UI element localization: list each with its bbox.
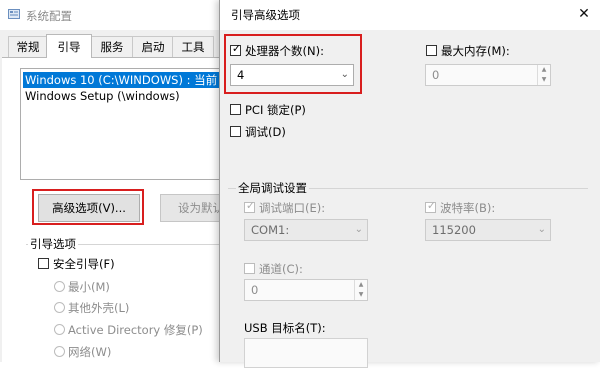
safe-boot-label: 安全引导(F) xyxy=(53,257,115,271)
max-memory-label: 最大内存(M): xyxy=(441,44,510,58)
os-list-item[interactable]: Windows 10 (C:\WINDOWS) : 当前 OS; xyxy=(23,72,241,88)
baud-rate-checkbox[interactable]: ✓ xyxy=(425,199,437,213)
highlight-box xyxy=(224,34,362,94)
checkmark-icon: ✓ xyxy=(426,199,437,212)
tab-general[interactable]: 常规 xyxy=(8,36,48,58)
msconfig-titlebar: 系统配置 xyxy=(0,0,230,30)
msconfig-tabs: 常规 引导 服务 启动 工具 xyxy=(0,34,230,58)
pci-lock-label: PCI 锁定(P) xyxy=(245,103,306,117)
debug-checkbox[interactable] xyxy=(230,126,241,137)
spin-down-icon[interactable]: ▼ xyxy=(538,75,550,85)
debug-port-value: COM1: xyxy=(251,223,290,237)
advanced-dialog-title: 引导高级选项 xyxy=(231,8,300,22)
network-label: 网络(W) xyxy=(68,345,112,359)
advanced-dialog-titlebar: 引导高级选项 ✕ xyxy=(220,0,600,30)
close-button[interactable]: ✕ xyxy=(572,4,596,24)
minimal-label: 最小(M) xyxy=(68,280,110,294)
msconfig-window: 系统配置 常规 引导 服务 启动 工具 Windows 10 (C:\WINDO… xyxy=(0,0,242,363)
max-memory-spinner[interactable]: 0 ▲ ▼ xyxy=(425,64,551,86)
channel-value: 0 xyxy=(251,283,259,297)
alternate-shell-label: 其他外壳(L) xyxy=(68,301,130,315)
close-icon: ✕ xyxy=(578,6,590,22)
chevron-down-icon: ⌄ xyxy=(537,224,546,235)
checkmark-icon: ✓ xyxy=(245,199,256,212)
spin-up-icon[interactable]: ▲ xyxy=(538,65,550,75)
safe-boot-checkbox[interactable] xyxy=(38,258,49,269)
system-config-icon xyxy=(8,9,20,19)
spin-down-icon[interactable]: ▼ xyxy=(355,290,367,300)
max-memory-value: 0 xyxy=(432,68,440,82)
max-memory-checkbox[interactable] xyxy=(426,45,437,56)
debug-port-select[interactable]: COM1: ⌄ xyxy=(244,219,368,241)
boot-options-group-label: 引导选项 xyxy=(28,236,78,252)
spinner-buttons: ▲ ▼ xyxy=(537,65,550,85)
tab-startup[interactable]: 启动 xyxy=(132,36,174,58)
global-debug-group-label: 全局调试设置 xyxy=(236,180,309,196)
tab-boot[interactable]: 引导 xyxy=(46,34,92,58)
usb-target-input[interactable] xyxy=(244,338,368,368)
tab-services[interactable]: 服务 xyxy=(90,36,134,58)
channel-label: 通道(C): xyxy=(259,262,303,276)
debug-port-label: 调试端口(E): xyxy=(259,201,326,215)
baud-rate-label: 波特率(B): xyxy=(440,201,496,215)
pci-lock-checkbox[interactable] xyxy=(230,104,241,115)
baud-rate-select[interactable]: 115200 ⌄ xyxy=(425,219,551,241)
debug-label: 调试(D) xyxy=(245,125,286,139)
ad-repair-label: Active Directory 修复(P) xyxy=(68,323,203,337)
channel-checkbox[interactable] xyxy=(244,263,255,274)
advanced-options-dialog: 引导高级选项 ✕ ✓ 处理器个数(N): 4 ⌄ 最大内存(M): 0 ▲ ▼ … xyxy=(219,0,600,368)
network-radio[interactable] xyxy=(54,346,65,357)
os-list[interactable]: Windows 10 (C:\WINDOWS) : 当前 OS; Windows… xyxy=(20,68,241,180)
baud-rate-value: 115200 xyxy=(432,223,476,237)
chevron-down-icon: ⌄ xyxy=(354,224,363,235)
tab-tools[interactable]: 工具 xyxy=(172,36,214,58)
os-list-item[interactable]: Windows Setup (\windows) xyxy=(23,88,180,104)
minimal-radio[interactable] xyxy=(54,281,65,292)
usb-target-label: USB 目标名(T): xyxy=(244,321,326,335)
alternate-shell-radio[interactable] xyxy=(54,302,65,313)
highlight-box xyxy=(32,189,144,225)
msconfig-title: 系统配置 xyxy=(26,9,72,23)
channel-spinner[interactable]: 0 ▲ ▼ xyxy=(244,279,368,301)
spinner-buttons: ▲ ▼ xyxy=(354,280,367,300)
debug-port-checkbox[interactable]: ✓ xyxy=(244,199,256,213)
ad-repair-radio[interactable] xyxy=(54,324,65,335)
spin-up-icon[interactable]: ▲ xyxy=(355,280,367,290)
